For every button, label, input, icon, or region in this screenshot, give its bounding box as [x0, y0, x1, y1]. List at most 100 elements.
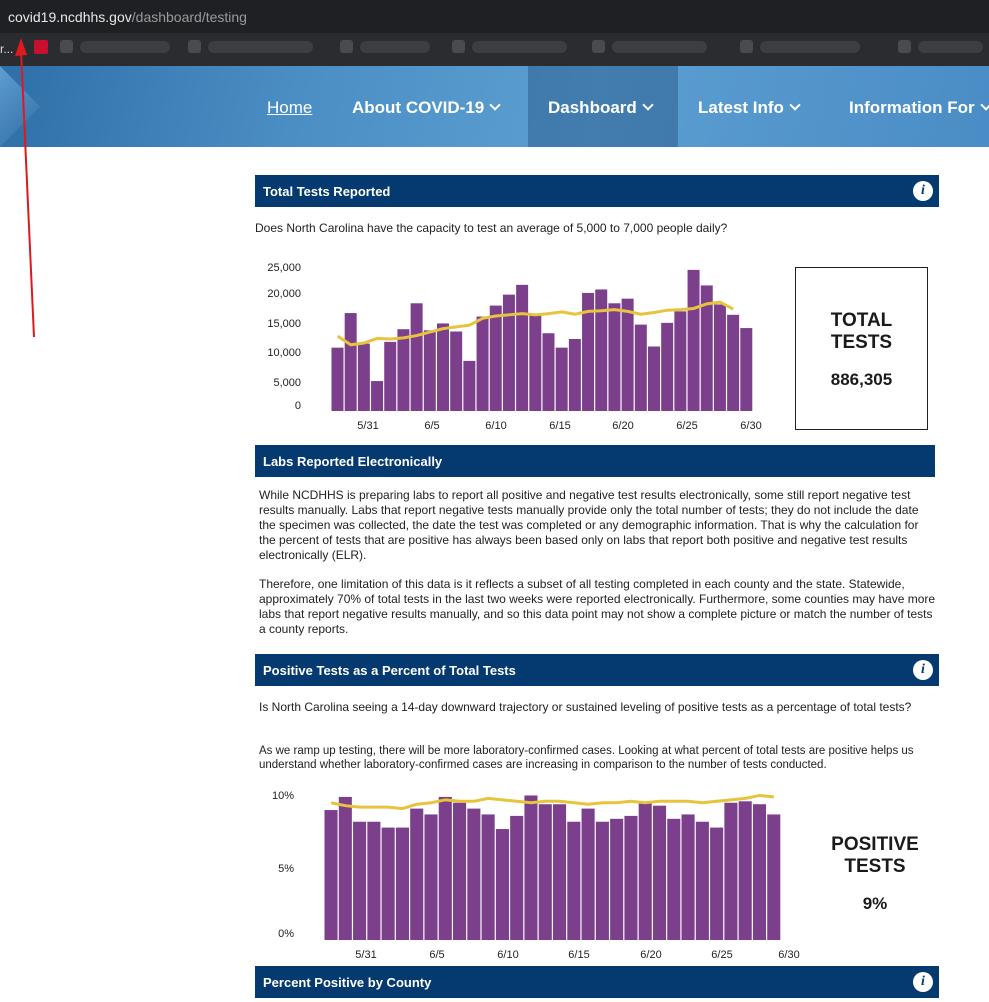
chart-bar — [681, 814, 695, 940]
bookmark-item[interactable] — [612, 41, 707, 53]
chart-bar — [752, 804, 767, 940]
chevron-down-icon — [642, 99, 654, 111]
stat-label: TESTS — [830, 332, 893, 353]
bookmark-item[interactable] — [360, 41, 430, 53]
stat-label: POSITIVE — [831, 834, 919, 855]
chart-bar — [555, 347, 568, 411]
chart-bar — [495, 829, 509, 940]
bookmark-item[interactable] — [760, 41, 860, 53]
chart-bar — [397, 329, 410, 411]
bookmark-favicon-icon[interactable] — [898, 40, 911, 53]
x-tick-label: 5/31 — [355, 949, 376, 961]
chart-bar — [687, 269, 700, 411]
x-tick-label: 6/20 — [612, 420, 633, 432]
nav-information-for[interactable]: Information For — [849, 98, 989, 118]
chart-bar — [610, 818, 624, 940]
chart-bar — [667, 818, 681, 940]
chart-bar — [710, 827, 724, 940]
chart-bar — [516, 284, 529, 411]
chart-bar — [489, 305, 502, 411]
y-tick-label: 25,000 — [267, 262, 301, 274]
x-tick-label: 6/15 — [568, 949, 589, 961]
chart-bar — [767, 814, 781, 940]
info-icon[interactable]: i — [913, 181, 933, 201]
bookmark-favicon-icon[interactable] — [740, 40, 753, 53]
chart-bar — [738, 801, 752, 940]
x-tick-label: 6/25 — [711, 949, 732, 961]
y-tick-label: 0% — [278, 928, 294, 940]
nav-dashboard[interactable]: Dashboard — [548, 98, 654, 118]
chart-bar — [502, 294, 515, 411]
chart-bar — [438, 796, 452, 940]
chart-bar — [652, 805, 667, 940]
bookmark-item[interactable] — [472, 41, 567, 53]
nav-home[interactable]: Home — [267, 98, 312, 118]
chart-bar — [624, 815, 638, 940]
y-tick-label: 5% — [278, 863, 294, 875]
chart-bar — [608, 303, 621, 411]
chart-bar — [648, 346, 660, 411]
chevron-down-icon — [489, 99, 501, 111]
trend-line — [330, 793, 775, 811]
chart-bar — [529, 313, 542, 411]
stat-label: TESTS — [844, 856, 906, 877]
chart-bar — [437, 323, 449, 411]
chart-bar — [353, 821, 367, 940]
chart-bar — [344, 313, 357, 411]
nav-about-covid[interactable]: About COVID-19 — [352, 98, 501, 118]
chart-bar — [395, 827, 409, 940]
chart-bar — [371, 381, 384, 411]
x-tick-label: 6/20 — [640, 949, 661, 961]
chart-bar — [727, 314, 740, 411]
y-tick-label: 10,000 — [267, 347, 301, 359]
section-header-labs: Labs Reported Electronically — [255, 445, 935, 477]
chart-bar — [410, 303, 423, 411]
y-tick-label: 20,000 — [267, 288, 301, 300]
info-icon[interactable]: i — [913, 972, 933, 992]
y-tick-label: 10% — [272, 790, 294, 802]
chart-bar — [595, 289, 608, 411]
x-tick-label: 6/5 — [429, 949, 444, 961]
chart-bar — [481, 814, 495, 940]
chart-bar — [695, 821, 709, 940]
stat-value: 9% — [862, 894, 888, 913]
chart-bar — [638, 802, 652, 940]
chart-bar — [450, 331, 463, 411]
chart-bar — [713, 304, 726, 411]
bookmark-item[interactable] — [80, 41, 170, 53]
bookmark-favicon-icon[interactable] — [452, 40, 465, 53]
x-tick-label: 6/5 — [424, 420, 439, 432]
stat-label: TOTAL — [830, 310, 893, 331]
chart-bar — [467, 808, 481, 940]
chart-bar — [510, 815, 524, 940]
bookmark-favicon-icon[interactable] — [60, 40, 73, 53]
chart-bar — [367, 821, 381, 940]
chart-bar — [674, 311, 687, 411]
chart-bar — [524, 795, 538, 940]
address-bar[interactable]: covid19.ncdhhs.gov/dashboard/testing — [0, 0, 989, 33]
chart-bar — [740, 328, 753, 411]
bookmark-favicon-icon[interactable] — [340, 40, 353, 53]
chart-bar — [661, 322, 674, 411]
bookmark-item[interactable] — [208, 41, 313, 53]
labs-paragraph-2: Therefore, one limitation of this data i… — [259, 577, 936, 636]
bookmark-item[interactable] — [918, 41, 983, 53]
chevron-down-icon — [789, 99, 801, 111]
bookmark-favicon-icon[interactable] — [188, 40, 201, 53]
x-tick-label: 5/31 — [357, 420, 378, 432]
section-header-county: Percent Positive by County — [255, 966, 939, 998]
chart-bar — [424, 814, 438, 940]
section-header-positive: Positive Tests as a Percent of Total Tes… — [255, 654, 939, 686]
chart-bar — [567, 821, 581, 940]
nav-latest-info[interactable]: Latest Info — [698, 98, 801, 118]
x-tick-label: 6/30 — [778, 949, 799, 961]
info-icon[interactable]: i — [913, 660, 933, 680]
positive-tests-chart: 10% 5% 0% 5/31 6/5 6/10 6/15 6/20 6/25 6/30 — [272, 790, 800, 961]
chart-bar — [724, 802, 738, 940]
positive-tests-stat: POSITIVE TESTS 9% — [810, 834, 940, 914]
x-tick-label: 6/10 — [485, 420, 506, 432]
total-tests-stat: TOTAL TESTS 886,305 — [795, 267, 928, 430]
chart-bar — [542, 333, 555, 411]
y-tick-label: 5,000 — [273, 377, 301, 389]
bookmark-favicon-icon[interactable] — [592, 40, 605, 53]
